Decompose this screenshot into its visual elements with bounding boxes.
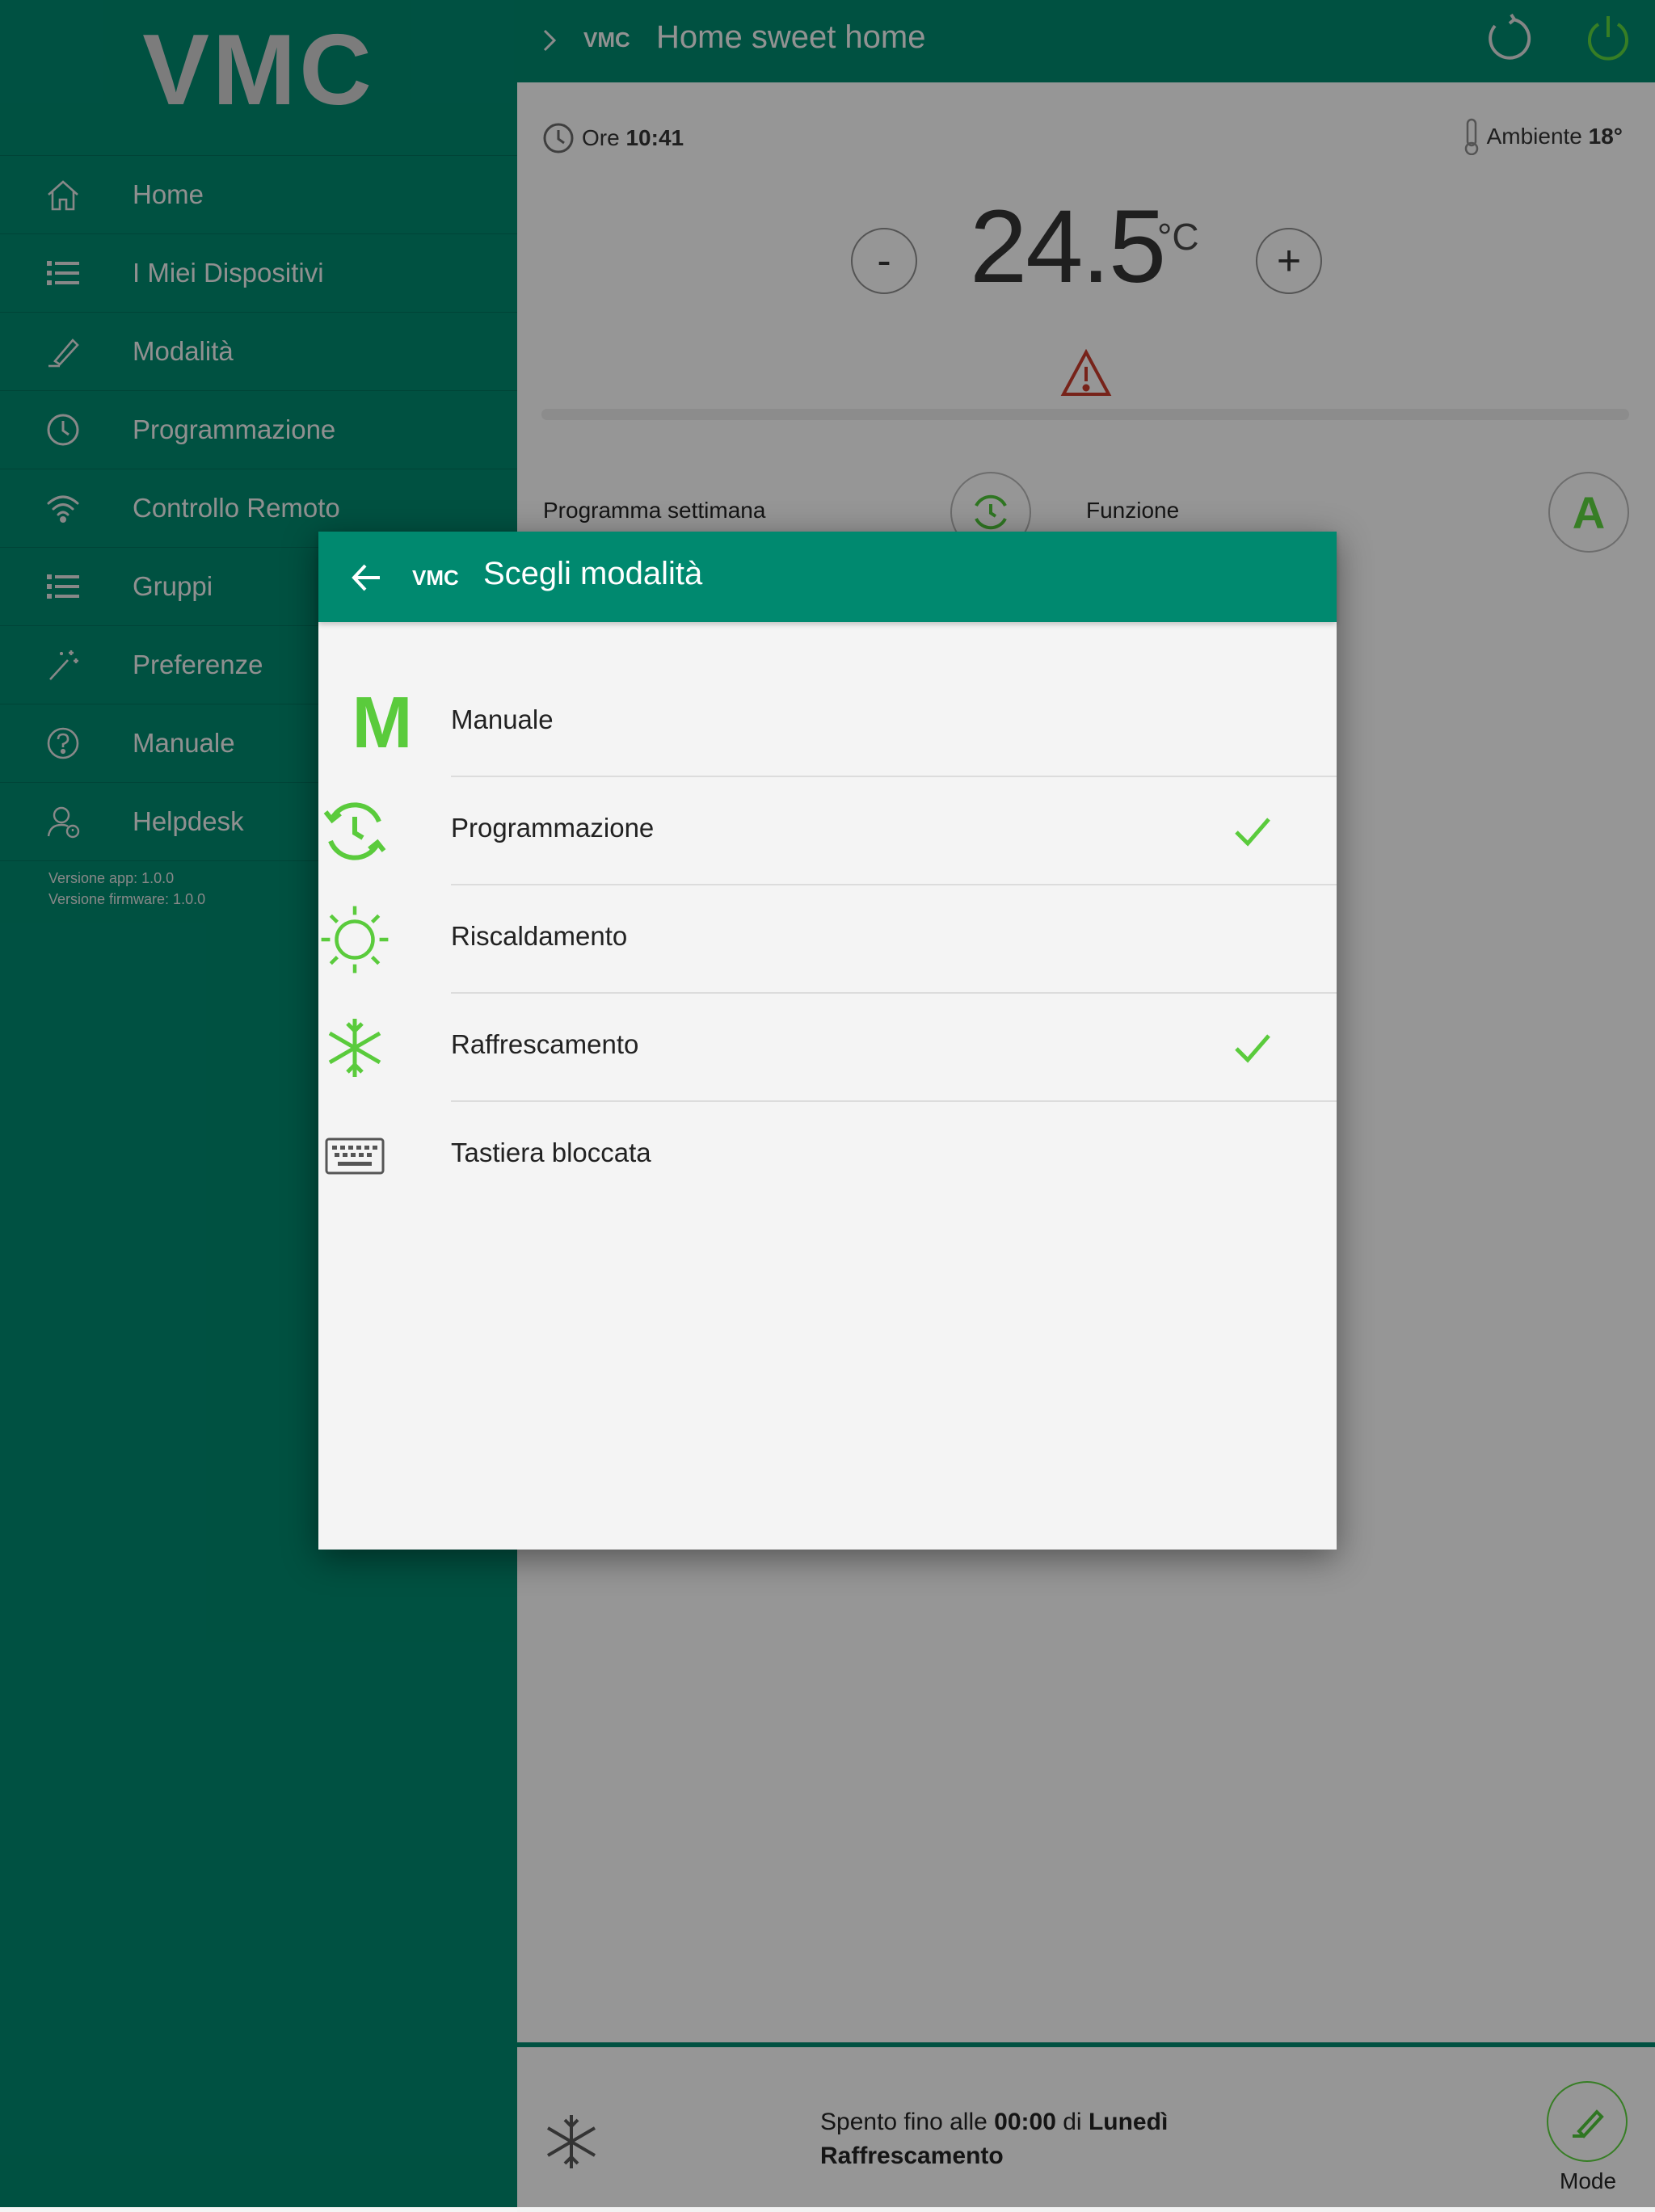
mode-picker-dialog: VMC Scegli modalità M Manuale Programmaz… — [318, 532, 1337, 1550]
mode-option-cooling[interactable]: Raffrescamento — [328, 992, 1337, 1100]
mode-option-programming[interactable]: Programmazione — [323, 776, 1337, 884]
dialog-header: VMC Scegli modalità — [318, 532, 1337, 622]
sun-icon — [318, 903, 391, 976]
mode-options-list: M Manuale Programmazione Riscaldamento R… — [318, 669, 1337, 1209]
mode-option-keyboard-locked[interactable]: Tastiera bloccata — [325, 1100, 1337, 1209]
mode-option-heating[interactable]: Riscaldamento — [321, 884, 1337, 992]
mode-option-label: Raffrescamento — [451, 1029, 639, 1059]
keyboard-icon — [318, 1120, 391, 1192]
back-arrow-icon[interactable] — [347, 559, 385, 596]
mode-option-label: Manuale — [451, 704, 554, 734]
schedule-clock-icon — [318, 795, 391, 868]
device-badge: VMC — [412, 566, 459, 590]
snowflake-icon — [318, 1011, 391, 1084]
mode-option-label: Programmazione — [451, 813, 655, 843]
checkmark-icon — [1235, 1034, 1270, 1063]
dialog-title: Scegli modalità — [483, 556, 703, 591]
mode-option-label: Tastiera bloccata — [451, 1138, 651, 1167]
mode-option-manual[interactable]: M Manuale — [318, 669, 1337, 776]
mode-option-label: Riscaldamento — [451, 921, 628, 951]
m-letter-icon: M — [352, 683, 413, 763]
checkmark-icon — [1235, 818, 1270, 847]
